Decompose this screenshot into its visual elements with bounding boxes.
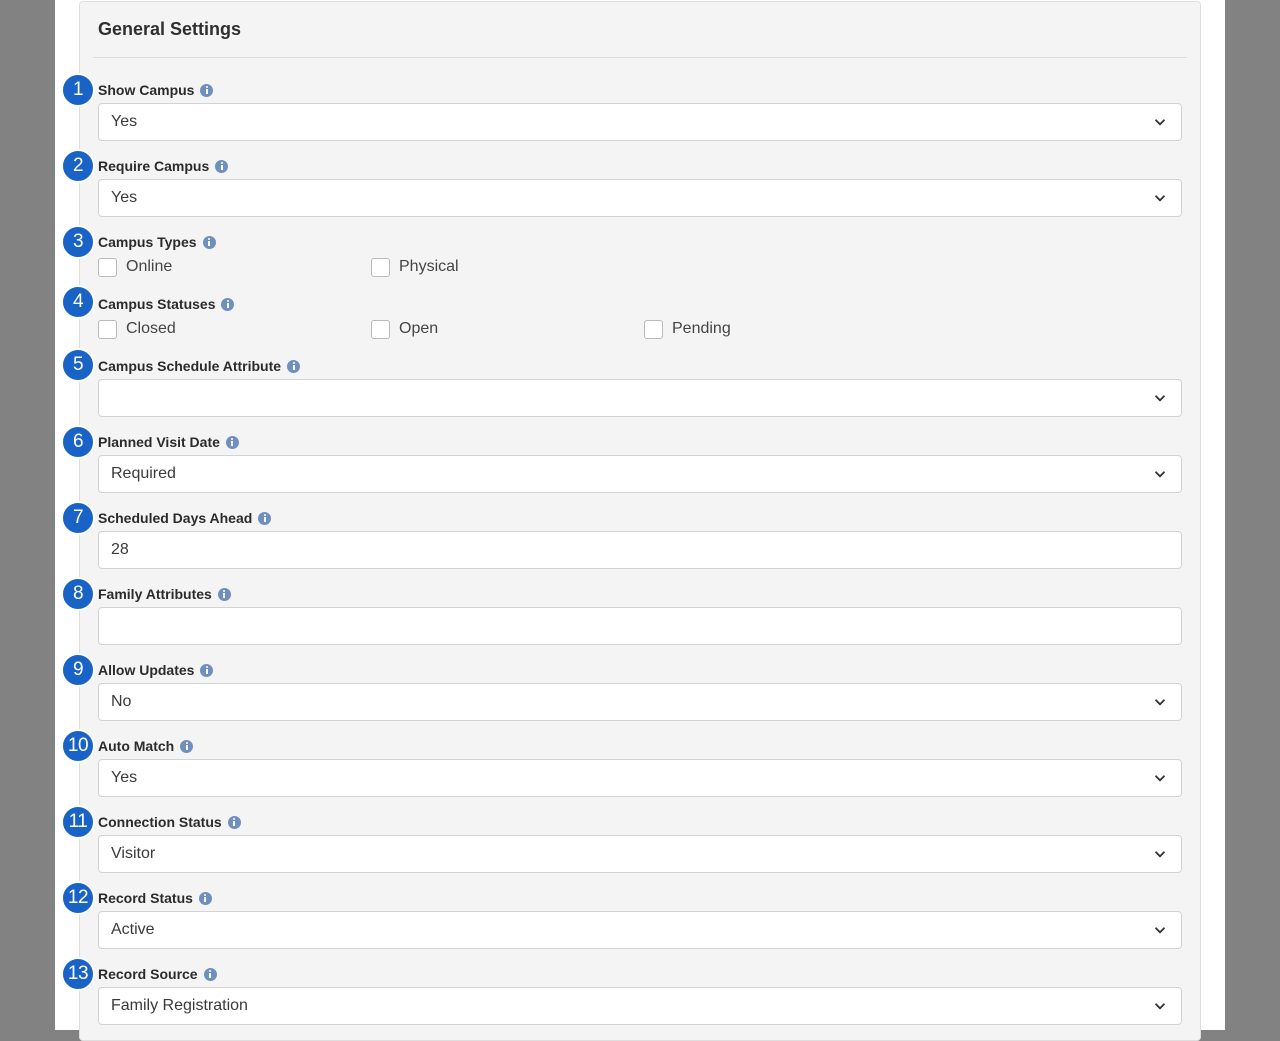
campus-statuses-label-row: Campus Statuses xyxy=(98,295,235,313)
campus-types-label: Campus Types xyxy=(98,234,197,250)
chevron-down-icon xyxy=(1154,1003,1166,1010)
show-campus-value: Yes xyxy=(111,113,138,130)
checkbox-label: Open xyxy=(399,320,439,337)
info-icon[interactable] xyxy=(258,511,272,525)
scheduled-days-ahead-input[interactable]: 28 xyxy=(98,531,1182,569)
checkbox[interactable] xyxy=(371,319,390,339)
campus-schedule-attribute-label-row: Campus Schedule Attribute xyxy=(98,357,301,375)
info-icon[interactable] xyxy=(221,297,235,311)
chevron-down-icon xyxy=(1154,395,1166,402)
connection-status-label-row: Connection Status xyxy=(98,813,241,831)
planned-visit-date-value: Required xyxy=(111,465,176,482)
checkbox[interactable] xyxy=(371,257,390,277)
planned-visit-date-select[interactable]: Required xyxy=(98,455,1182,493)
planned-visit-date-label: Planned Visit Date xyxy=(98,434,220,450)
chevron-down-icon xyxy=(1154,195,1166,202)
checkbox[interactable] xyxy=(98,257,117,277)
info-icon[interactable] xyxy=(287,359,301,373)
info-icon[interactable] xyxy=(200,663,214,677)
campus-statuses-label: Campus Statuses xyxy=(98,296,216,312)
checkbox[interactable] xyxy=(644,319,663,339)
family-attributes-label-row: Family Attributes xyxy=(98,585,231,603)
info-icon[interactable] xyxy=(198,891,212,905)
callout-badge-6: 6 xyxy=(61,425,95,459)
record-status-label: Record Status xyxy=(98,890,193,906)
panel-divider xyxy=(93,57,1187,58)
chevron-down-icon xyxy=(1154,119,1166,126)
chevron-down-icon xyxy=(1154,927,1166,934)
chevron-down-icon xyxy=(1154,775,1166,782)
chevron-down-icon xyxy=(1154,851,1166,858)
planned-visit-date-label-row: Planned Visit Date xyxy=(98,433,239,451)
checkbox-label: Physical xyxy=(399,258,459,275)
callout-badge-12: 12 xyxy=(61,881,95,915)
info-icon[interactable] xyxy=(227,815,241,829)
record-status-value: Active xyxy=(111,921,155,938)
family-attributes-label: Family Attributes xyxy=(98,586,212,602)
scheduled-days-ahead-label: Scheduled Days Ahead xyxy=(98,510,253,526)
show-campus-label-row: Show Campus xyxy=(98,81,214,99)
scheduled-days-ahead-value: 28 xyxy=(111,541,129,558)
record-source-label: Record Source xyxy=(98,966,198,982)
campus-schedule-attribute-select[interactable] xyxy=(98,379,1182,417)
checkbox-label: Pending xyxy=(672,320,731,337)
allow-updates-label-row: Allow Updates xyxy=(98,661,214,679)
info-icon[interactable] xyxy=(202,235,216,249)
info-icon[interactable] xyxy=(180,739,194,753)
campus-status-closed[interactable]: Closed xyxy=(98,318,176,340)
callout-badge-3: 3 xyxy=(61,225,95,259)
callout-badge-5: 5 xyxy=(61,348,95,382)
auto-match-label-row: Auto Match xyxy=(98,737,194,755)
info-icon[interactable] xyxy=(225,435,239,449)
record-source-select[interactable]: Family Registration xyxy=(98,987,1182,1025)
info-icon[interactable] xyxy=(203,967,217,981)
record-source-value: Family Registration xyxy=(111,997,248,1014)
require-campus-label: Require Campus xyxy=(98,158,210,174)
auto-match-value: Yes xyxy=(111,769,138,786)
connection-status-select[interactable]: Visitor xyxy=(98,835,1182,873)
checkbox-label: Closed xyxy=(126,320,176,337)
callout-badge-11: 11 xyxy=(61,805,95,839)
require-campus-label-row: Require Campus xyxy=(98,157,229,175)
callout-badge-7: 7 xyxy=(61,501,95,535)
info-icon[interactable] xyxy=(215,159,229,173)
info-icon[interactable] xyxy=(217,587,231,601)
info-icon[interactable] xyxy=(200,83,214,97)
auto-match-label: Auto Match xyxy=(98,738,175,754)
campus-types-label-row: Campus Types xyxy=(98,233,216,251)
callout-badge-1: 1 xyxy=(61,73,95,107)
campus-schedule-attribute-label: Campus Schedule Attribute xyxy=(98,358,282,374)
checkbox-label: Online xyxy=(126,258,173,275)
show-campus-label: Show Campus xyxy=(98,82,195,98)
panel-title: General Settings xyxy=(98,19,242,39)
record-source-label-row: Record Source xyxy=(98,965,217,983)
connection-status-label: Connection Status xyxy=(98,814,222,830)
allow-updates-label: Allow Updates xyxy=(98,662,195,678)
connection-status-value: Visitor xyxy=(111,845,156,862)
callout-badge-13: 13 xyxy=(61,957,95,991)
campus-type-physical[interactable]: Physical xyxy=(371,256,459,278)
require-campus-select[interactable]: Yes xyxy=(98,179,1182,217)
show-campus-select[interactable]: Yes xyxy=(98,103,1182,141)
callout-badge-4: 4 xyxy=(61,285,95,319)
campus-type-online[interactable]: Online xyxy=(98,256,172,278)
chevron-down-icon xyxy=(1154,471,1166,478)
callout-badge-9: 9 xyxy=(61,653,95,687)
campus-status-open[interactable]: Open xyxy=(371,318,438,340)
scheduled-days-ahead-label-row: Scheduled Days Ahead xyxy=(98,509,272,527)
callout-badge-8: 8 xyxy=(61,577,95,611)
require-campus-value: Yes xyxy=(111,189,138,206)
callout-badge-2: 2 xyxy=(61,149,95,183)
campus-status-pending[interactable]: Pending xyxy=(644,318,731,340)
record-status-label-row: Record Status xyxy=(98,889,212,907)
allow-updates-select[interactable]: No xyxy=(98,683,1182,721)
record-status-select[interactable]: Active xyxy=(98,911,1182,949)
chevron-down-icon xyxy=(1154,699,1166,706)
family-attributes-input[interactable] xyxy=(98,607,1182,645)
allow-updates-value: No xyxy=(111,693,132,710)
auto-match-select[interactable]: Yes xyxy=(98,759,1182,797)
callout-badge-10: 10 xyxy=(61,729,95,763)
checkbox[interactable] xyxy=(98,319,117,339)
